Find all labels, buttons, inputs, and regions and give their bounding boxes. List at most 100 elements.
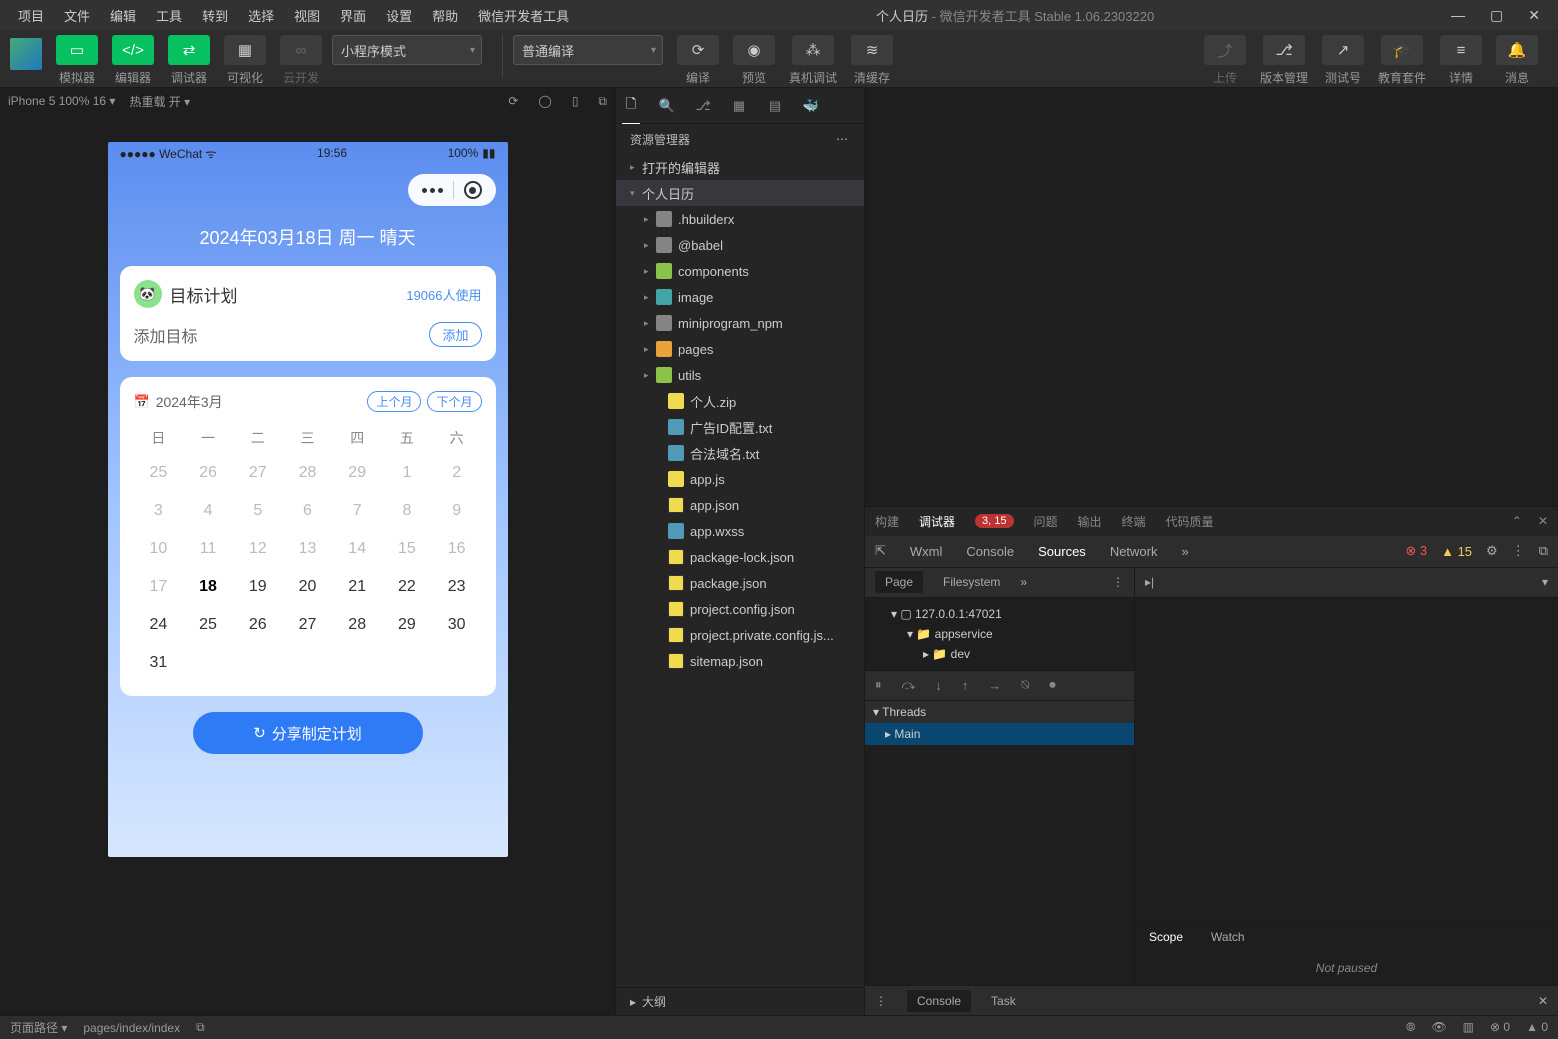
version-button[interactable]: ⎇版本管理 [1256, 35, 1312, 86]
deactivate-icon[interactable]: ⍉ [1021, 677, 1029, 693]
menu-interface[interactable]: 界面 [330, 6, 376, 25]
tab-network[interactable]: Network [1110, 544, 1158, 559]
drawer-console[interactable]: Console [907, 990, 971, 1012]
calendar-day[interactable]: 30 [432, 606, 482, 644]
calendar-day[interactable]: 31 [134, 644, 184, 682]
calendar-day[interactable]: 11 [183, 530, 233, 568]
dock-icon[interactable]: ⋮ [1512, 543, 1525, 559]
hotreload-toggle[interactable]: 热重载 开 ▾ [129, 93, 190, 110]
status-warn[interactable]: ▲ 0 [1526, 1020, 1548, 1035]
step-icon[interactable]: → [988, 678, 1001, 693]
tree-item[interactable]: package.json [616, 570, 864, 596]
calendar-day[interactable]: 28 [283, 454, 333, 492]
edu-button[interactable]: 🎓教育套件 [1374, 35, 1430, 86]
calendar-day[interactable]: 2 [432, 454, 482, 492]
calendar-day[interactable]: 4 [183, 492, 233, 530]
remote-debug-button[interactable]: ⁂真机调试 [785, 35, 841, 86]
tab-problems[interactable]: 问题 [1034, 513, 1058, 530]
tree-item[interactable]: app.js [616, 466, 864, 492]
calendar-day[interactable]: 25 [183, 606, 233, 644]
calendar-day[interactable]: 19 [233, 568, 283, 606]
phone-simulator[interactable]: ●●●●● WeChat ᯤ 19:56 100% ▮▮ 2024年03月18日… [108, 142, 508, 857]
tree-item[interactable]: project.config.json [616, 596, 864, 622]
threads-header[interactable]: ▾ Threads [865, 701, 1134, 723]
calendar-day[interactable]: 14 [332, 530, 382, 568]
clear-cache-button[interactable]: ≋清缓存 [847, 35, 897, 86]
src-appservice[interactable]: ▾ 📁 appservice [871, 624, 1128, 644]
menu-view[interactable]: 视图 [284, 6, 330, 25]
tab-quality[interactable]: 代码质量 [1166, 513, 1214, 530]
menu-project[interactable]: 项目 [8, 6, 54, 25]
calendar-day[interactable]: 22 [382, 568, 432, 606]
calendar-day[interactable]: 27 [283, 606, 333, 644]
menu-select[interactable]: 选择 [238, 6, 284, 25]
minimize-icon[interactable]: — [1451, 7, 1465, 24]
calendar-day[interactable]: 3 [134, 492, 184, 530]
pause-exc-icon[interactable]: ⏺ [1049, 677, 1056, 693]
mode-combo[interactable]: 小程序模式 [332, 35, 482, 65]
tab-output[interactable]: 输出 [1078, 513, 1102, 530]
menu-help[interactable]: 帮助 [422, 6, 468, 25]
popout-icon[interactable]: ⧉ [598, 94, 607, 109]
menu-goto[interactable]: 转到 [192, 6, 238, 25]
calendar-day[interactable]: 26 [233, 606, 283, 644]
explorer-more-icon[interactable]: ⋯ [836, 132, 850, 146]
calendar-day[interactable]: 26 [183, 454, 233, 492]
tab-debugger[interactable]: 调试器 [919, 513, 955, 530]
tree-item[interactable]: ▸.hbuilderx [616, 206, 864, 232]
more-icon[interactable]: » [1020, 575, 1027, 589]
tree-item[interactable]: ▸miniprogram_npm [616, 310, 864, 336]
tree-item[interactable]: app.json [616, 492, 864, 518]
simulator-button[interactable]: ▭模拟器 [52, 35, 102, 86]
calendar-day[interactable]: 16 [432, 530, 482, 568]
preview-button[interactable]: ◉预览 [729, 35, 779, 86]
step-out-icon[interactable]: ↑ [962, 678, 969, 693]
calendar-day[interactable]: 24 [134, 606, 184, 644]
tree-item[interactable]: ▸utils [616, 362, 864, 388]
calendar-day[interactable]: 29 [332, 454, 382, 492]
compile-combo[interactable]: 普通编译 [513, 35, 663, 65]
npm-icon[interactable]: ▤ [766, 98, 784, 114]
kebab-icon[interactable]: ⋮ [1112, 575, 1124, 589]
calendar-day[interactable]: 20 [283, 568, 333, 606]
upload-button[interactable]: ⤴上传 [1200, 35, 1250, 86]
docker-icon[interactable]: 🐳 [802, 98, 820, 114]
tree-item[interactable]: app.wxss [616, 518, 864, 544]
calendar-day[interactable]: 5 [233, 492, 283, 530]
menu-tools[interactable]: 工具 [146, 6, 192, 25]
add-button[interactable]: 添加 [429, 322, 481, 347]
popout2-icon[interactable]: ⧉ [1539, 543, 1548, 559]
tab-build[interactable]: 构建 [875, 513, 899, 530]
tree-item[interactable]: ▸image [616, 284, 864, 310]
tree-item[interactable]: ▸@babel [616, 232, 864, 258]
pause-icon[interactable]: ⏸ [875, 677, 882, 693]
warn-count[interactable]: ▲ 15 [1441, 544, 1472, 559]
inspect-icon[interactable]: ⇱ [875, 543, 886, 559]
tree-item[interactable]: package-lock.json [616, 544, 864, 570]
drawer-kebab-icon[interactable]: ⋮ [875, 994, 887, 1008]
close-panel-icon[interactable]: ✕ [1538, 514, 1548, 528]
close-icon[interactable]: ✕ [1528, 7, 1540, 24]
error-count[interactable]: ⊗ 3 [1405, 543, 1427, 559]
src-dev[interactable]: ▸ 📁 dev [871, 644, 1128, 664]
layout-icon[interactable]: ▥ [1463, 1020, 1474, 1035]
calendar-day[interactable]: 29 [382, 606, 432, 644]
tree-item[interactable]: 个人.zip [616, 388, 864, 414]
cloud-button[interactable]: ∞云开发 [276, 35, 326, 86]
path-label[interactable]: 页面路径 ▾ [10, 1019, 67, 1036]
page-path[interactable]: pages/index/index [83, 1021, 180, 1035]
tab-filesystem[interactable]: Filesystem [943, 575, 1000, 589]
refresh-icon[interactable]: ⟳ [508, 94, 518, 109]
tree-item[interactable]: 广告ID配置.txt [616, 414, 864, 440]
device-icon[interactable]: ▯ [572, 94, 579, 109]
detail-button[interactable]: ≡详情 [1436, 35, 1486, 86]
more-icon[interactable] [422, 188, 443, 193]
tree-item[interactable]: project.private.config.js... [616, 622, 864, 648]
calendar-day[interactable]: 12 [233, 530, 283, 568]
calendar-day[interactable]: 15 [382, 530, 432, 568]
calendar-day[interactable]: 7 [332, 492, 382, 530]
tab-scope[interactable]: Scope [1135, 930, 1197, 944]
drawer-close-icon[interactable]: ✕ [1538, 994, 1548, 1008]
calendar-day[interactable]: 21 [332, 568, 382, 606]
broadcast-icon[interactable]: ⦾ [1406, 1020, 1416, 1035]
